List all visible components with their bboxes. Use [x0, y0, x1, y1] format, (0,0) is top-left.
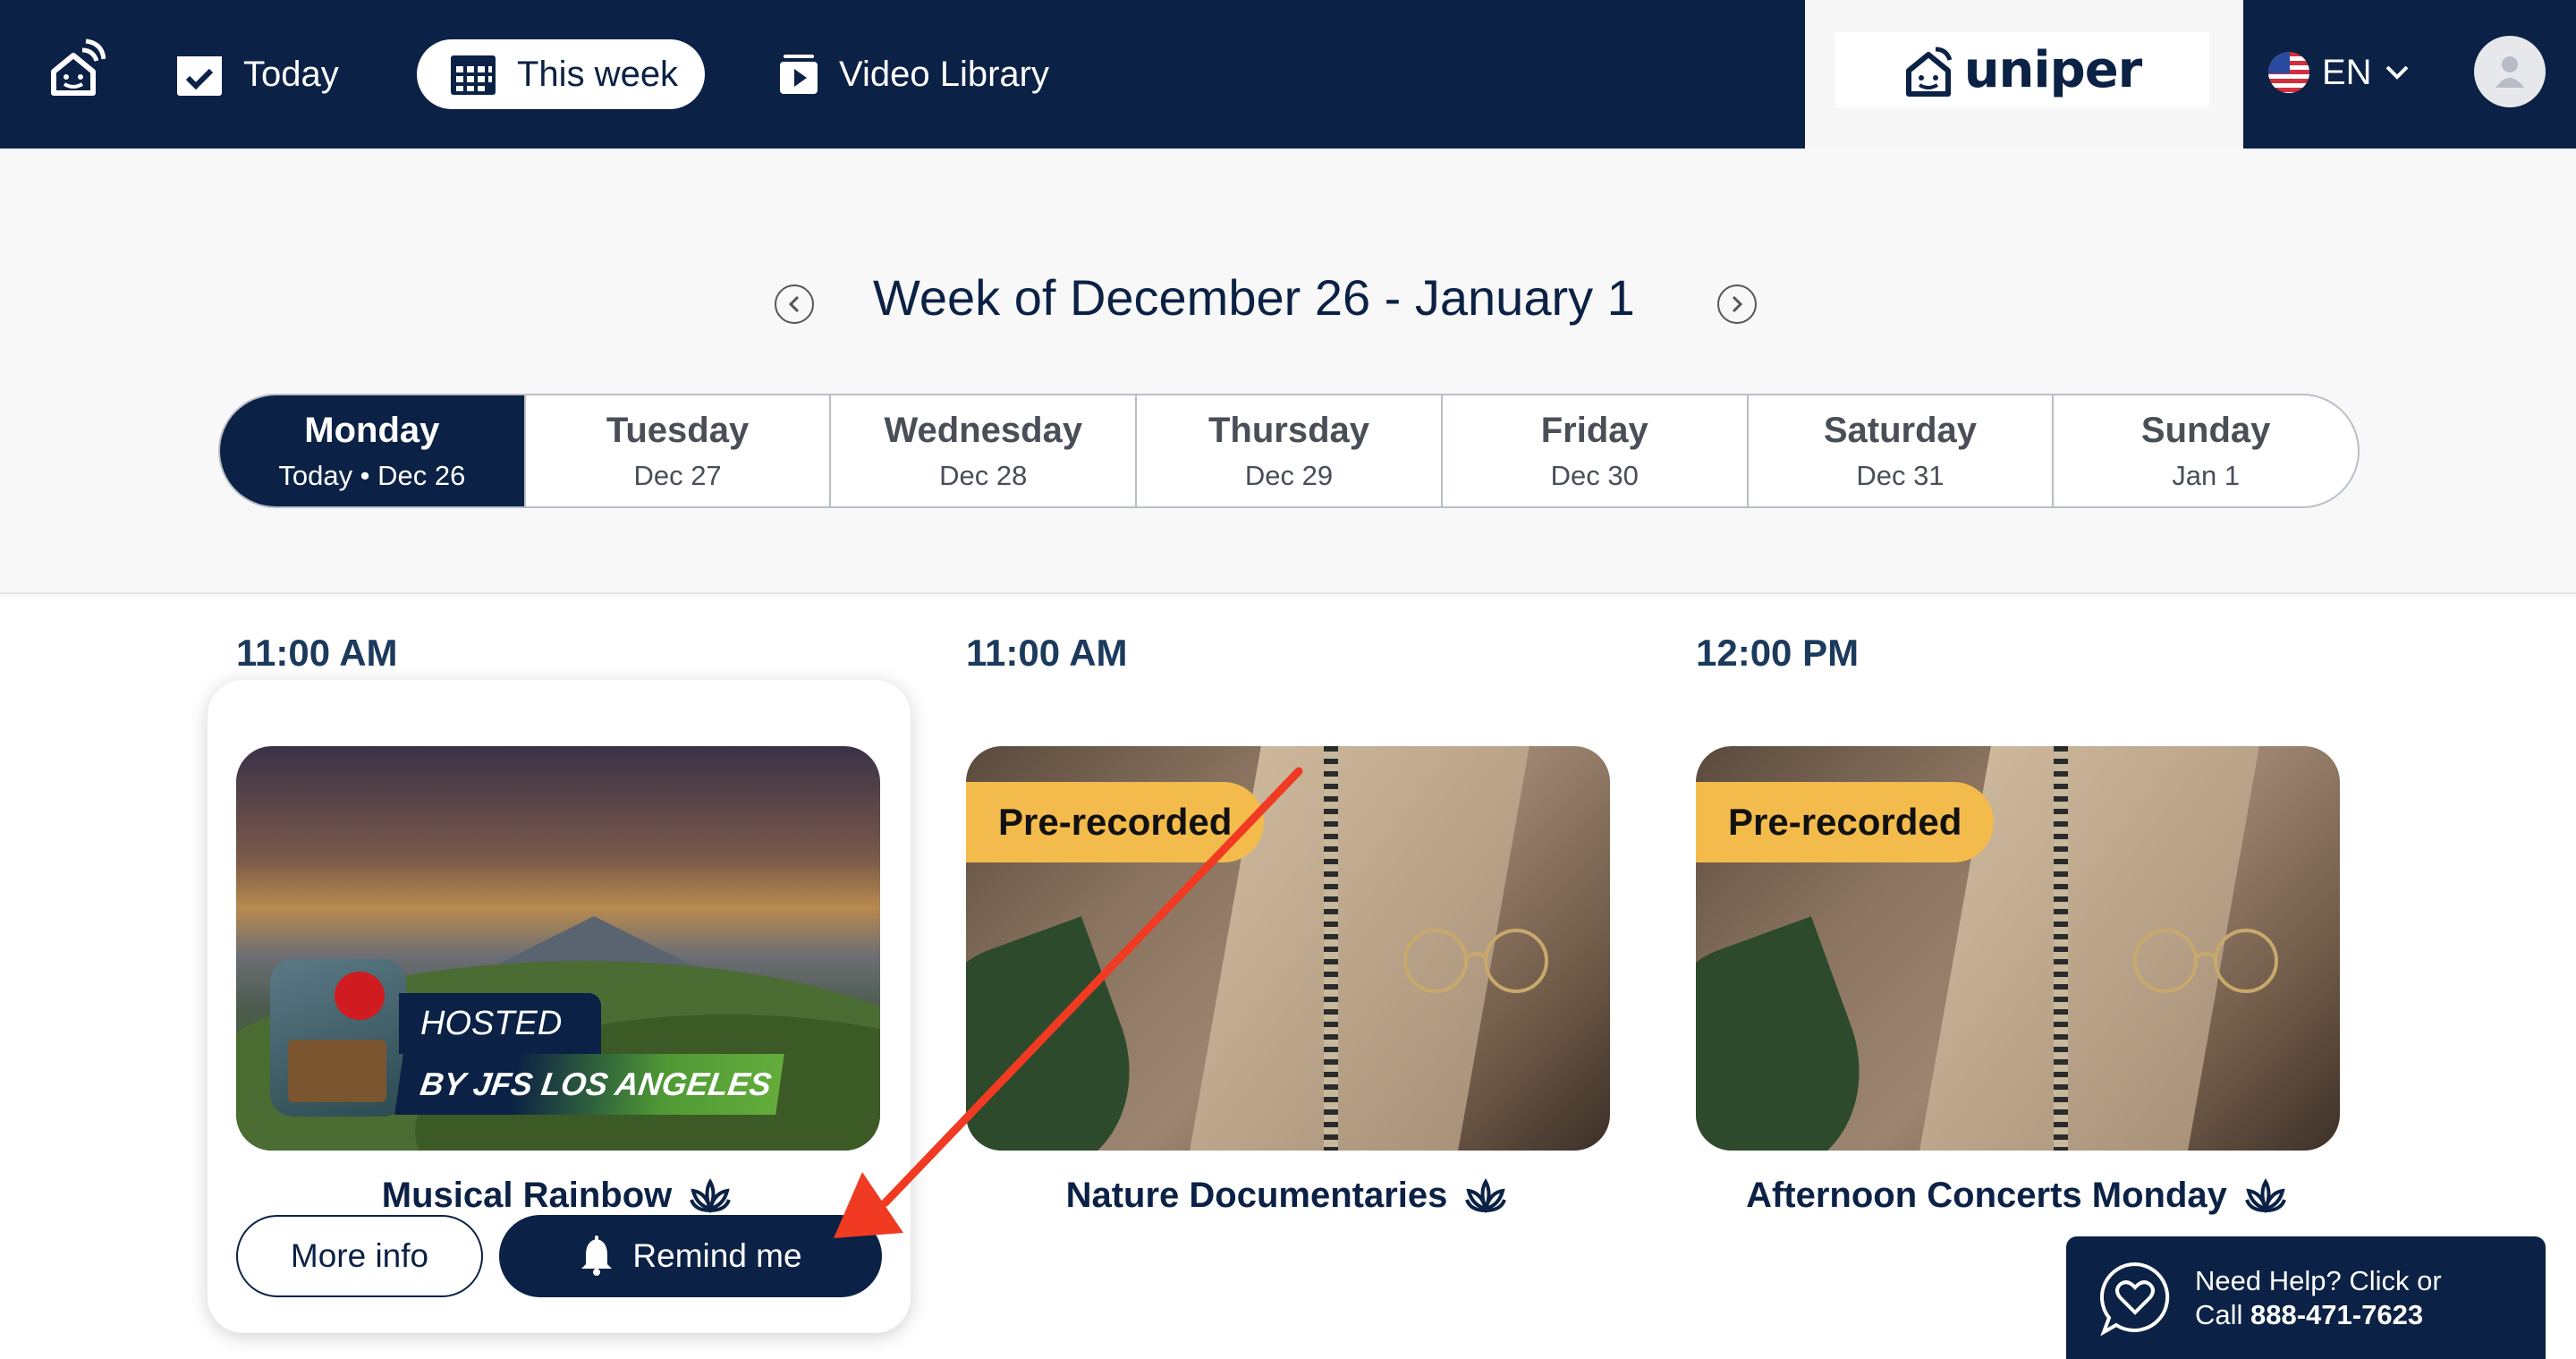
chevron-left-icon: [788, 295, 800, 313]
brand-name: uniper: [1963, 40, 2143, 99]
event-title: Musical Rainbow: [381, 1176, 673, 1215]
day-tab-sunday[interactable]: Sunday Jan 1: [2052, 395, 2358, 506]
user-avatar[interactable]: [2474, 36, 2546, 107]
video-library-icon: [780, 55, 818, 94]
lotus-icon: [2244, 1177, 2286, 1214]
event-title: Nature Documentaries: [1065, 1176, 1448, 1215]
remind-me-button[interactable]: Remind me: [499, 1215, 882, 1297]
day-date: Today • Dec 26: [278, 459, 466, 491]
apple-icon: [335, 972, 385, 1020]
next-week-button[interactable]: [1717, 285, 1757, 324]
help-phone-number: 888-471-7623: [2250, 1298, 2424, 1330]
day-name: Saturday: [1823, 410, 1978, 450]
nav-today-label: Today: [243, 54, 339, 94]
day-date: Dec 27: [633, 459, 722, 491]
day-name: Sunday: [2140, 410, 2271, 450]
day-name: Friday: [1540, 410, 1648, 450]
host-label: HOSTED: [399, 993, 602, 1054]
previous-week-button[interactable]: [775, 285, 814, 324]
language-selector[interactable]: EN: [2268, 45, 2410, 100]
event-title-row[interactable]: Musical Rainbow: [236, 1176, 880, 1216]
nav-this-week[interactable]: This week: [417, 39, 705, 109]
chevron-right-icon: [1732, 295, 1743, 313]
uniper-logo: uniper: [1835, 32, 2209, 107]
event-title: Afternoon Concerts Monday: [1746, 1176, 2227, 1215]
day-name: Thursday: [1208, 410, 1370, 450]
help-widget[interactable]: Need Help? Click or Call 888-471-7623: [2066, 1236, 2546, 1359]
day-date: Dec 28: [939, 459, 1028, 491]
help-line-2: Call 888-471-7623: [2195, 1298, 2442, 1332]
pre-recorded-badge: Pre-recorded: [1696, 782, 1995, 862]
brand-area: uniper: [1805, 0, 2243, 149]
heart-chat-icon: [2099, 1261, 2170, 1336]
bell-icon: [581, 1236, 613, 1276]
home-logo-icon[interactable]: [47, 38, 106, 100]
host-logo-image: [270, 959, 406, 1117]
calendar-grid-icon: [451, 55, 496, 95]
day-tab-wednesday[interactable]: Wednesday Dec 28: [829, 395, 1135, 506]
pre-recorded-badge: Pre-recorded: [966, 782, 1265, 862]
day-name: Wednesday: [884, 410, 1083, 450]
event-title-row[interactable]: Nature Documentaries: [966, 1176, 1610, 1216]
day-tab-saturday[interactable]: Saturday Dec 31: [1746, 395, 2053, 506]
spiral-binding: [2054, 746, 2068, 1151]
lotus-icon: [690, 1177, 732, 1214]
help-line-1: Need Help? Click or: [2195, 1264, 2442, 1296]
day-tab-tuesday[interactable]: Tuesday Dec 27: [523, 395, 830, 506]
day-name: Monday: [304, 410, 440, 450]
event-time: 11:00 AM: [236, 632, 398, 674]
help-text: Need Help? Click or Call 888-471-7623: [2195, 1264, 2442, 1332]
event-thumbnail[interactable]: Pre-recorded: [966, 746, 1610, 1151]
us-flag-icon: [2268, 52, 2309, 93]
glasses-icon: [2133, 929, 2278, 993]
event-slot: 11:00 AM HOSTED BY JFS LOS ANGELES Music…: [236, 632, 934, 1215]
week-title: Week of December 26 - January 1: [873, 269, 1635, 326]
event-title-row[interactable]: Afternoon Concerts Monday: [1696, 1176, 2340, 1216]
day-tab-monday[interactable]: Monday Today • Dec 26: [220, 395, 524, 506]
nav-this-week-label: This week: [517, 54, 679, 94]
calendar-check-icon: [177, 56, 222, 96]
books-icon: [288, 1040, 386, 1102]
day-date: Dec 29: [1244, 459, 1334, 491]
nav-video-library[interactable]: Video Library: [778, 39, 1049, 109]
nav-today[interactable]: Today: [175, 39, 339, 109]
top-navigation-bar: Today This week Video Library uniper EN: [0, 0, 2576, 149]
language-code: EN: [2322, 52, 2372, 92]
glasses-icon: [1403, 929, 1548, 993]
host-name-label: BY JFS LOS ANGELES: [394, 1054, 784, 1115]
nav-video-library-label: Video Library: [839, 54, 1049, 94]
event-thumbnail[interactable]: HOSTED BY JFS LOS ANGELES: [236, 746, 880, 1151]
day-date: Dec 30: [1550, 459, 1639, 491]
event-time: 12:00 PM: [1696, 632, 1860, 674]
chevron-down-icon: [2385, 65, 2408, 80]
day-tabs: Monday Today • Dec 26 Tuesday Dec 27 Wed…: [218, 394, 2360, 508]
leaf-shape: [966, 916, 1161, 1151]
week-header: Week of December 26 - January 1 Monday T…: [0, 149, 2576, 594]
more-info-button[interactable]: More info: [236, 1215, 483, 1297]
event-slot: 12:00 PM Pre-recorded Afternoon Concerts…: [1696, 632, 2394, 1215]
remind-me-label: Remind me: [632, 1237, 802, 1274]
day-tab-friday[interactable]: Friday Dec 30: [1440, 395, 1747, 506]
help-call-prefix: Call: [2195, 1298, 2251, 1330]
event-time: 11:00 AM: [966, 632, 1128, 674]
leaf-shape: [1696, 916, 1891, 1151]
spiral-binding: [1324, 746, 1338, 1151]
user-icon: [2496, 56, 2524, 88]
lotus-icon: [1465, 1177, 1507, 1214]
event-slot: 11:00 AM Pre-recorded Nature Documentari…: [966, 632, 1664, 1215]
event-thumbnail[interactable]: Pre-recorded: [1696, 746, 2340, 1151]
day-date: Jan 1: [2172, 459, 2241, 491]
day-name: Tuesday: [606, 410, 750, 450]
week-navigator: Week of December 26 - January 1: [775, 259, 1758, 331]
uniper-house-icon: [1905, 47, 1953, 97]
day-date: Dec 31: [1856, 459, 1945, 491]
day-tab-thursday[interactable]: Thursday Dec 29: [1135, 395, 1441, 506]
